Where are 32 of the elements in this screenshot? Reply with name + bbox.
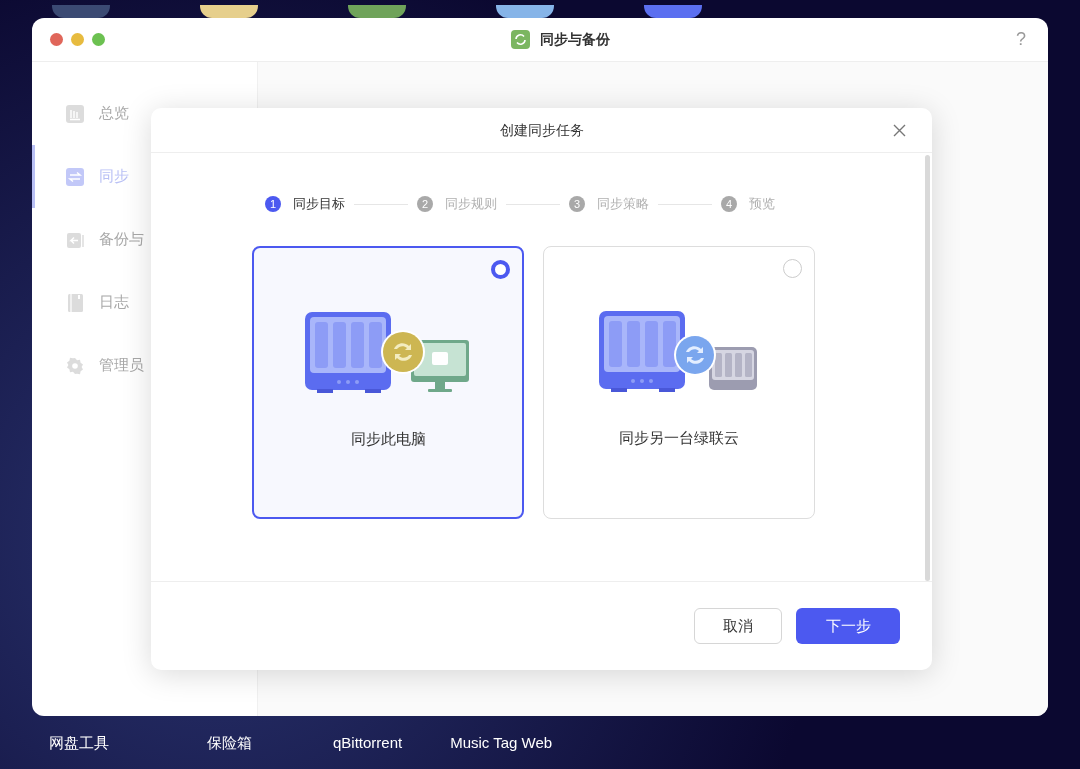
next-button[interactable]: 下一步	[796, 608, 900, 644]
window-title: 同步与备份	[540, 30, 610, 49]
close-icon[interactable]	[893, 124, 906, 137]
close-button[interactable]	[50, 33, 63, 46]
app-icon[interactable]	[200, 5, 258, 18]
app-icon[interactable]	[496, 5, 554, 18]
step-number: 4	[721, 196, 737, 212]
desktop-app-label[interactable]: Music Tag Web	[450, 732, 553, 755]
dialog-title: 创建同步任务	[499, 120, 584, 140]
step-number: 2	[417, 196, 433, 212]
step-label: 同步策略	[597, 195, 649, 214]
desktop-app-label[interactable]: qBittorrent	[333, 732, 403, 755]
option-card[interactable]: 同步此电脑	[252, 246, 524, 519]
step-number: 3	[569, 196, 585, 212]
option-label: 同步此电脑	[350, 429, 426, 449]
step-number: 1	[265, 196, 281, 212]
radio-button[interactable]	[491, 260, 510, 279]
option-card[interactable]: 同步另一台绿联云	[543, 246, 815, 519]
chart-icon	[66, 104, 84, 123]
app-icon[interactable]	[348, 5, 406, 18]
desktop-app-label[interactable]: 网盘工具	[49, 732, 109, 755]
backup-icon	[66, 230, 84, 249]
settings-icon	[66, 356, 84, 375]
swap-arrows-icon	[66, 167, 84, 186]
sync-app-icon	[511, 30, 530, 49]
cancel-button[interactable]: 取消	[694, 608, 782, 644]
desktop-app-label[interactable]: 保险箱	[207, 732, 252, 755]
step-label: 同步目标	[293, 195, 345, 214]
book-icon	[66, 293, 84, 312]
step-label: 同步规则	[445, 195, 497, 214]
step-label: 预览	[749, 195, 775, 214]
option-label: 同步另一台绿联云	[619, 428, 739, 448]
